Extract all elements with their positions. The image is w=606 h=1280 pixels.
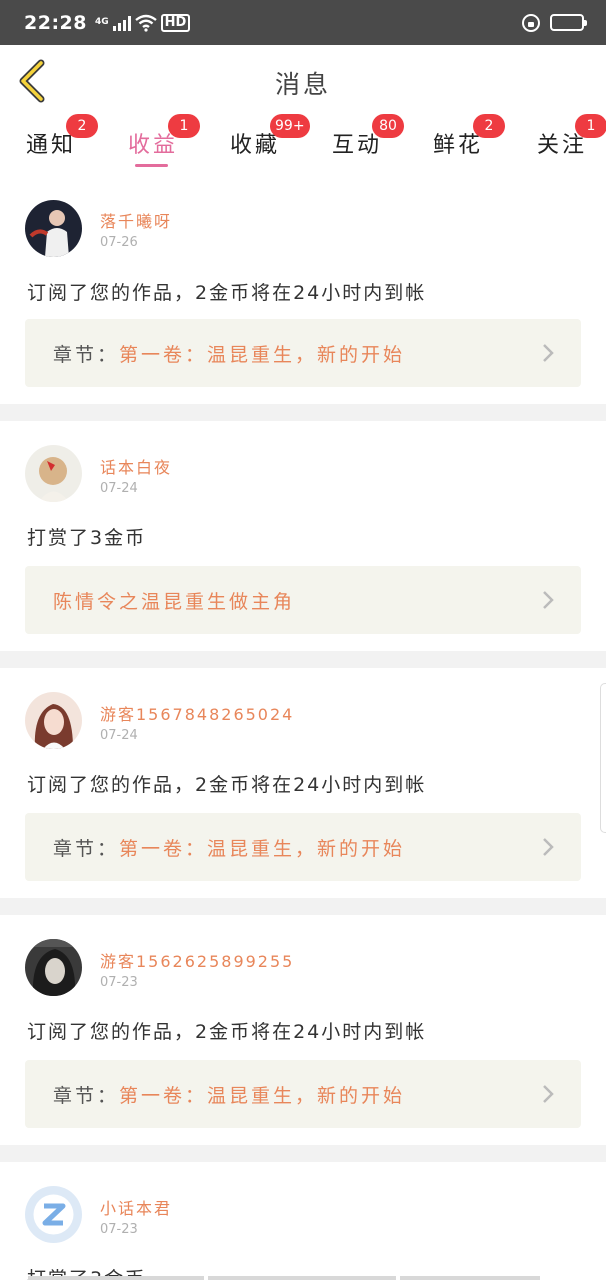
avatar[interactable] xyxy=(25,1186,82,1243)
user-name[interactable]: 话本白夜 xyxy=(100,454,172,478)
count-badge: 2 xyxy=(473,114,505,138)
user-name[interactable]: 落千曦呀 xyxy=(100,208,172,232)
status-time: 22:28 xyxy=(24,11,87,34)
message-text: 订阅了您的作品，2金币将在24小时内到帐 xyxy=(27,774,427,796)
tab-favorites[interactable]: 收藏 99+ xyxy=(230,114,310,159)
message-card: 落千曦呀 07-26 订阅了您的作品，2金币将在24小时内到帐 章节： 第一卷：… xyxy=(0,178,606,404)
message-text: 订阅了您的作品，2金币将在24小时内到帐 xyxy=(27,282,427,304)
tab-notifications[interactable]: 通知 2 xyxy=(26,114,98,159)
tab-flowers[interactable]: 鲜花 2 xyxy=(433,114,505,159)
work-link[interactable]: 陈情令之温昆重生做主角 xyxy=(25,566,581,634)
network-type: 4G xyxy=(94,17,109,27)
divider xyxy=(0,898,606,915)
signal-icon xyxy=(112,15,131,31)
chapter-title: 第一卷：温昆重生，新的开始 xyxy=(119,1084,406,1107)
message-card: 游客1567848265024 07-24 订阅了您的作品，2金币将在24小时内… xyxy=(0,668,606,898)
tab-earnings[interactable]: 收益 1 xyxy=(128,114,200,159)
chapter-link[interactable]: 章节： 第一卷：温昆重生，新的开始 xyxy=(25,813,581,881)
user-name[interactable]: 小话本君 xyxy=(100,1195,172,1219)
tab-interactions[interactable]: 互动 80 xyxy=(332,114,404,159)
divider xyxy=(0,404,606,421)
divider xyxy=(0,651,606,668)
wifi-icon xyxy=(134,14,157,32)
chapter-link[interactable]: 章节： 第一卷：温昆重生，新的开始 xyxy=(25,319,581,387)
gesture-bar xyxy=(0,1276,606,1280)
message-date: 07-26 xyxy=(100,235,138,250)
count-badge: 1 xyxy=(575,114,606,138)
avatar[interactable] xyxy=(25,200,82,257)
chapter-prefix: 章节： xyxy=(53,343,120,366)
work-title: 陈情令之温昆重生做主角 xyxy=(53,590,296,613)
user-name[interactable]: 游客1567848265024 xyxy=(100,701,294,725)
count-badge: 80 xyxy=(372,114,404,138)
chevron-right-icon xyxy=(543,838,554,856)
avatar[interactable] xyxy=(25,692,82,749)
scroll-indicator[interactable] xyxy=(600,683,606,833)
battery-icon xyxy=(550,14,587,31)
tab-following[interactable]: 关注 1 xyxy=(537,114,606,159)
page-title: 消息 xyxy=(274,70,331,99)
message-card: 小话本君 07-23 打赏了3金币 xyxy=(0,1162,606,1280)
count-badge: 2 xyxy=(66,114,98,138)
message-date: 07-23 xyxy=(100,975,138,990)
chevron-right-icon xyxy=(543,344,554,362)
count-badge: 99+ xyxy=(270,114,310,138)
user-name[interactable]: 游客1562625899255 xyxy=(100,948,294,972)
count-badge: 1 xyxy=(168,114,200,138)
chevron-right-icon xyxy=(543,1085,554,1103)
message-text: 打赏了3金币 xyxy=(27,527,147,549)
message-date: 07-24 xyxy=(100,728,138,743)
status-bar: 22:28 4G HD xyxy=(0,0,606,45)
tab-label: 鲜花 xyxy=(433,133,484,158)
rotation-lock-icon xyxy=(522,13,540,32)
tab-label: 通知 xyxy=(26,133,77,158)
chapter-link[interactable]: 章节： 第一卷：温昆重生，新的开始 xyxy=(25,1060,581,1128)
tab-label: 收益 xyxy=(128,133,179,158)
tab-label: 互动 xyxy=(332,133,383,158)
tab-label: 关注 xyxy=(537,133,588,158)
avatar[interactable] xyxy=(25,445,82,502)
chapter-prefix: 章节： xyxy=(53,1084,120,1107)
hd-icon: HD xyxy=(160,13,191,32)
avatar[interactable] xyxy=(25,939,82,996)
message-date: 07-24 xyxy=(100,481,138,496)
message-card: 游客1562625899255 07-23 订阅了您的作品，2金币将在24小时内… xyxy=(0,915,606,1145)
message-date: 07-23 xyxy=(100,1222,138,1237)
chapter-title: 第一卷：温昆重生，新的开始 xyxy=(119,837,406,860)
message-text: 订阅了您的作品，2金币将在24小时内到帐 xyxy=(27,1021,427,1043)
signal-group: 4G HD xyxy=(94,13,191,32)
divider xyxy=(0,1145,606,1162)
tab-bar: 通知 2 收益 1 收藏 99+ 互动 80 鲜花 2 关注 1 xyxy=(0,114,606,172)
nav-bar: 消息 xyxy=(0,45,606,117)
chapter-title: 第一卷：温昆重生，新的开始 xyxy=(119,343,406,366)
message-card: 话本白夜 07-24 打赏了3金币 陈情令之温昆重生做主角 xyxy=(0,421,606,651)
tab-label: 收藏 xyxy=(230,133,281,158)
active-tab-indicator xyxy=(135,164,168,167)
chapter-prefix: 章节： xyxy=(53,837,120,860)
chevron-right-icon xyxy=(543,591,554,609)
